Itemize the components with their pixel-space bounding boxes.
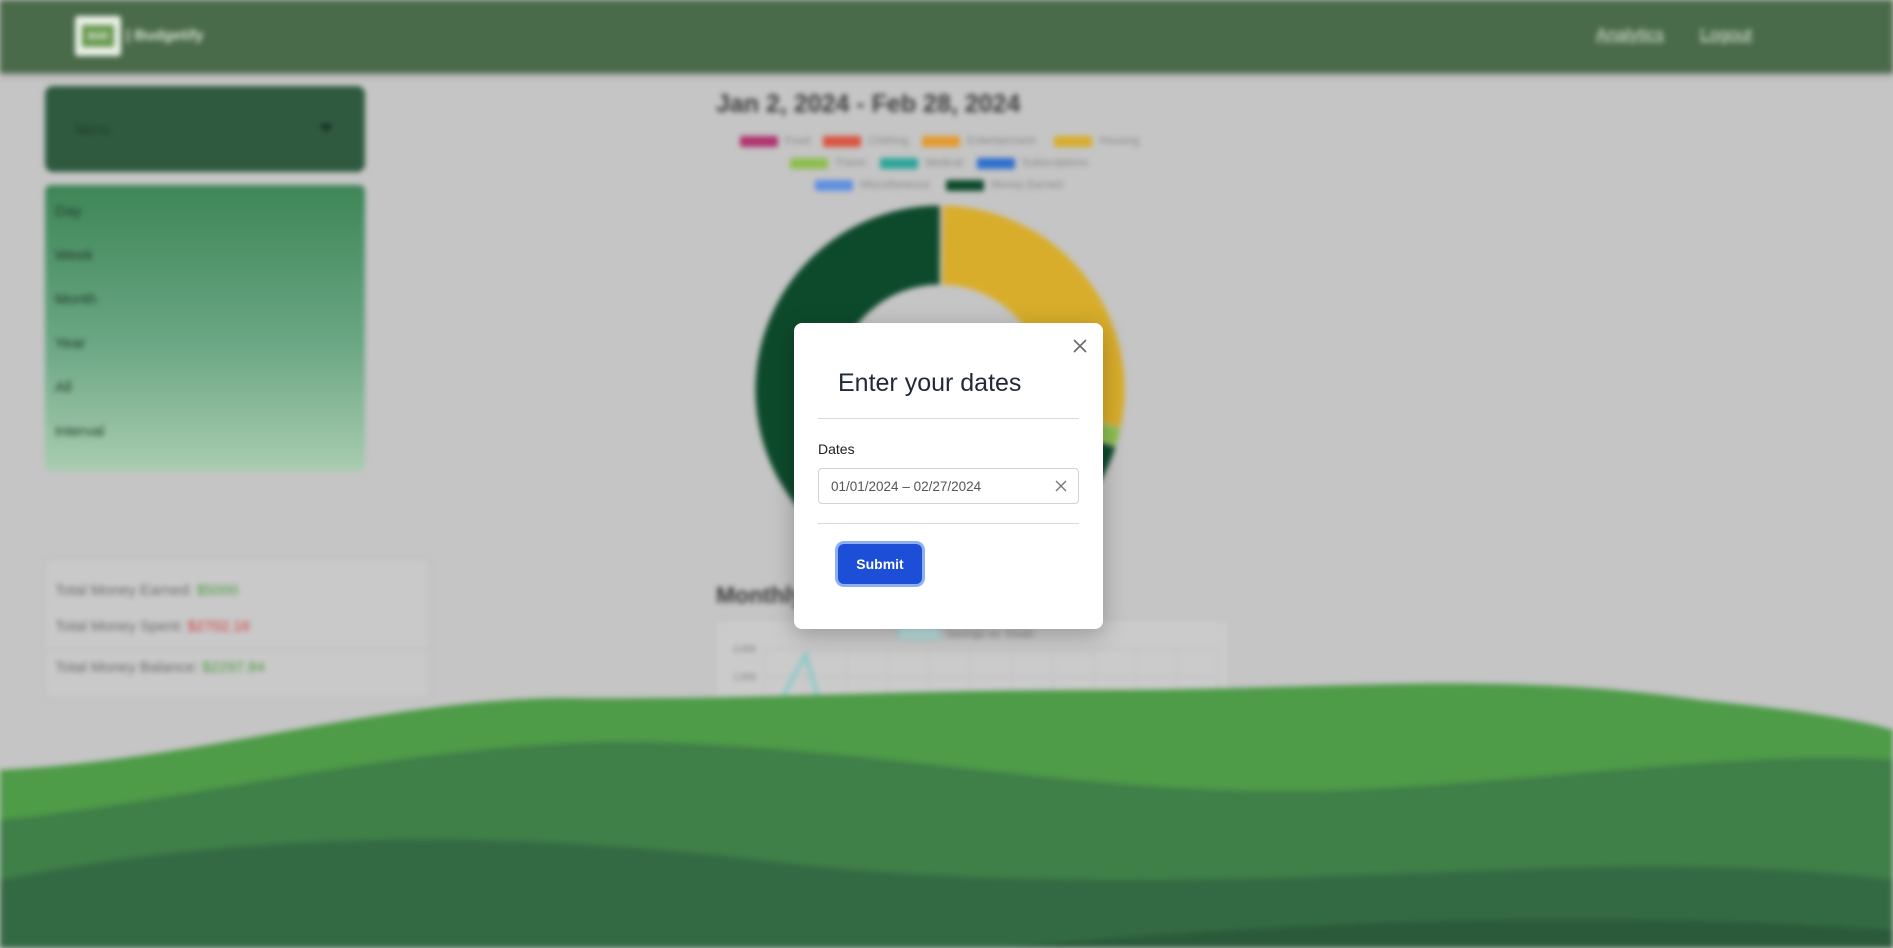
modal-title: Enter your dates bbox=[838, 369, 1022, 397]
date-range-modal: Enter your dates Dates 01/01/2024 – 02/2… bbox=[794, 323, 1103, 629]
modal-divider-top bbox=[818, 418, 1079, 419]
date-range-input[interactable]: 01/01/2024 – 02/27/2024 bbox=[818, 468, 1079, 504]
submit-button[interactable]: Submit bbox=[838, 544, 922, 584]
y-tick-label: 2,000 bbox=[733, 644, 756, 654]
date-range-value: 01/01/2024 – 02/27/2024 bbox=[831, 479, 982, 494]
modal-divider-bottom bbox=[818, 523, 1079, 524]
line-legend-label: Savings vs. Goals bbox=[946, 628, 1035, 640]
clear-icon[interactable] bbox=[1054, 479, 1068, 493]
dates-label: Dates bbox=[818, 441, 855, 457]
y-tick-label: 1,500 bbox=[733, 672, 756, 682]
data-point bbox=[802, 652, 808, 658]
close-icon[interactable] bbox=[1071, 337, 1089, 355]
